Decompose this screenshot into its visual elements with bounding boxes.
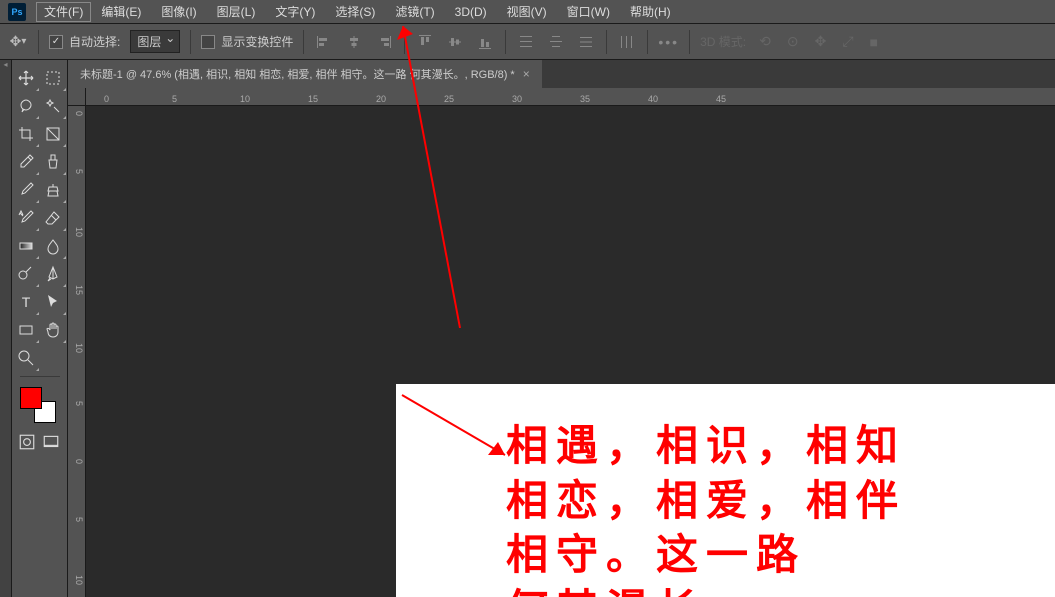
align-left-icon[interactable] <box>314 32 334 52</box>
show-transform-checkbox[interactable] <box>201 35 215 49</box>
magic-wand-tool[interactable] <box>40 92 68 120</box>
move-tool[interactable] <box>12 64 40 92</box>
document-tab-title: 未标题-1 @ 47.6% (相遇, 相识, 相知 相恋, 相爱, 相伴 相守。… <box>80 66 515 82</box>
clone-stamp-tool[interactable] <box>40 176 68 204</box>
auto-select-label: 自动选择: <box>69 33 120 50</box>
menu-help[interactable]: 帮助(H) <box>620 0 681 24</box>
menubar: Ps 文件(F) 编辑(E) 图像(I) 图层(L) 文字(Y) 选择(S) 滤… <box>0 0 1055 24</box>
hand-tool[interactable] <box>40 316 68 344</box>
rectangle-tool[interactable] <box>12 316 40 344</box>
canvas[interactable]: 相遇，相识，相知 相恋，相爱，相伴 相守。这一路 何其漫长 <box>396 384 1055 597</box>
ruler-corner[interactable] <box>68 88 86 106</box>
svg-text:T: T <box>21 294 30 310</box>
zoom-tool[interactable] <box>12 344 40 372</box>
menu-view[interactable]: 视图(V) <box>497 0 557 24</box>
brush-tool[interactable] <box>12 176 40 204</box>
distribute-center-v-icon[interactable] <box>546 32 566 52</box>
menu-layer[interactable]: 图层(L) <box>207 0 266 24</box>
distribute-top-icon[interactable] <box>516 32 536 52</box>
tools-panel: T <box>12 60 68 597</box>
document-tab[interactable]: 未标题-1 @ 47.6% (相遇, 相识, 相知 相恋, 相爱, 相伴 相守。… <box>68 60 542 88</box>
ruler-horizontal[interactable]: 5051015202530354045 <box>86 88 1055 106</box>
quick-mask-icon[interactable] <box>18 433 36 451</box>
menu-window[interactable]: 窗口(W) <box>557 0 620 24</box>
options-bar: ✥▾ 自动选择: 图层 显示变换控件 ••• 3D 模式: ⟲ ⊙ ✥ ⤢ ■ <box>0 24 1055 60</box>
3d-pan-icon[interactable]: ✥ <box>812 33 830 50</box>
close-tab-icon[interactable]: × <box>523 67 530 81</box>
show-transform-label: 显示变换控件 <box>221 33 293 50</box>
3d-mode-label: 3D 模式: <box>700 33 746 50</box>
menu-edit[interactable]: 编辑(E) <box>91 0 151 24</box>
eyedropper-tool[interactable] <box>12 148 40 176</box>
gradient-tool[interactable] <box>12 232 40 260</box>
ruler-vertical[interactable]: 0510151050510 <box>68 106 86 597</box>
text-line-2: 相恋，相爱，相伴 <box>506 474 906 529</box>
app-logo: Ps <box>8 3 26 21</box>
healing-brush-tool[interactable] <box>40 148 68 176</box>
screen-mode-icon[interactable] <box>42 433 60 451</box>
pen-tool[interactable] <box>40 260 68 288</box>
marquee-tool[interactable] <box>40 64 68 92</box>
menu-select[interactable]: 选择(S) <box>325 0 385 24</box>
crop-tool[interactable] <box>12 120 40 148</box>
align-center-h-icon[interactable] <box>344 32 364 52</box>
text-line-1: 相遇，相识，相知 <box>506 419 906 474</box>
history-brush-tool[interactable] <box>12 204 40 232</box>
foreground-color[interactable] <box>20 387 42 409</box>
auto-select-dropdown[interactable]: 图层 <box>130 30 180 53</box>
distribute-bottom-icon[interactable] <box>576 32 596 52</box>
menu-image[interactable]: 图像(I) <box>151 0 206 24</box>
move-tool-icon[interactable]: ✥▾ <box>8 32 28 52</box>
document-tabs: 未标题-1 @ 47.6% (相遇, 相识, 相知 相恋, 相爱, 相伴 相守。… <box>68 60 1055 88</box>
text-line-4: 何其漫长 <box>506 583 906 597</box>
slice-tool[interactable] <box>40 120 68 148</box>
3d-slide-icon[interactable]: ⤢ <box>839 33 856 50</box>
align-center-v-icon[interactable] <box>445 32 465 52</box>
collapse-bar[interactable]: ◂ <box>0 60 12 597</box>
blur-tool[interactable] <box>40 232 68 260</box>
menu-filter[interactable]: 滤镜(T) <box>385 0 444 24</box>
align-top-icon[interactable] <box>415 32 435 52</box>
menu-type[interactable]: 文字(Y) <box>265 0 325 24</box>
3d-roll-icon[interactable]: ⊙ <box>784 33 802 50</box>
canvas-text-layer[interactable]: 相遇，相识，相知 相恋，相爱，相伴 相守。这一路 何其漫长 <box>506 419 906 597</box>
distribute-left-icon[interactable] <box>617 32 637 52</box>
auto-select-checkbox[interactable] <box>49 35 63 49</box>
dodge-tool[interactable] <box>12 260 40 288</box>
color-swatches[interactable] <box>12 381 67 429</box>
text-line-3: 相守。这一路 <box>506 528 906 583</box>
menu-3d[interactable]: 3D(D) <box>445 0 497 24</box>
align-right-icon[interactable] <box>374 32 394 52</box>
empty-tool-slot <box>40 344 68 372</box>
canvas-viewport[interactable]: 相遇，相识，相知 相恋，相爱，相伴 相守。这一路 何其漫长 <box>86 106 1055 597</box>
type-tool[interactable]: T <box>12 288 40 316</box>
3d-zoom-icon[interactable]: ■ <box>867 34 881 50</box>
more-options-icon[interactable]: ••• <box>658 34 679 50</box>
lasso-tool[interactable] <box>12 92 40 120</box>
3d-orbit-icon[interactable]: ⟲ <box>756 33 774 50</box>
menu-file[interactable]: 文件(F) <box>36 2 91 22</box>
eraser-tool[interactable] <box>40 204 68 232</box>
path-selection-tool[interactable] <box>40 288 68 316</box>
align-bottom-icon[interactable] <box>475 32 495 52</box>
